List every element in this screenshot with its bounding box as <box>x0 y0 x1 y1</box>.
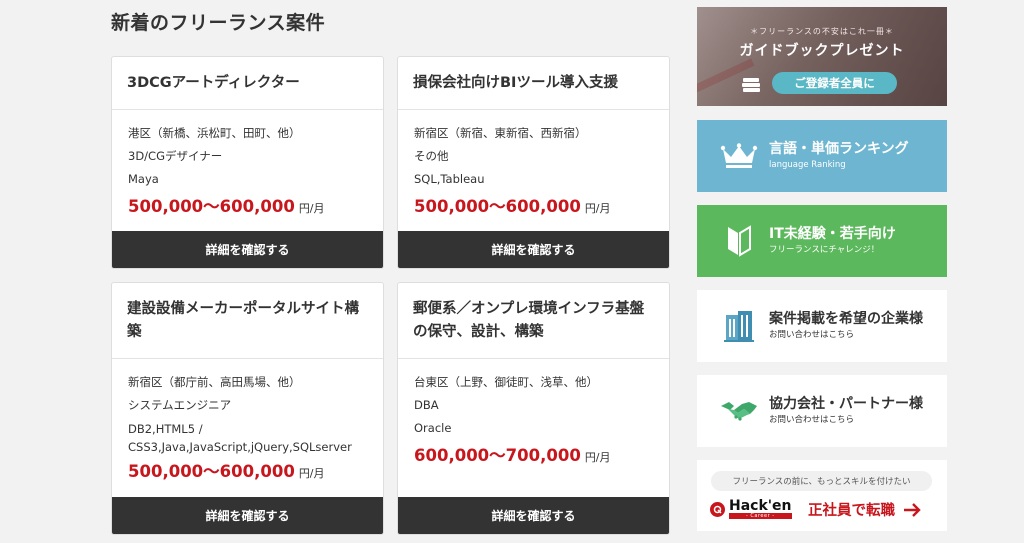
handshake-icon <box>721 402 757 421</box>
hacken-logo: Hack'en - Career - <box>710 499 792 519</box>
job-role: システムエンジニア <box>128 398 232 412</box>
details-button[interactable]: 詳細を確認する <box>112 497 383 534</box>
book-icon <box>742 78 760 92</box>
price-unit: 円/月 <box>584 202 611 215</box>
job-price: 500,000〜600,000 円/月 <box>128 458 367 482</box>
job-role: その他 <box>414 149 449 163</box>
hacken-brand-name: Hack'en <box>729 498 792 514</box>
job-skills: SQL,Tableau <box>414 172 485 186</box>
job-price: 500,000〜600,000 円/月 <box>414 193 653 217</box>
corporate-sub: お問い合わせはこちら <box>769 330 855 340</box>
job-card[interactable]: 損保会社向けBIツール導入支援 新宿区（新宿、東新宿、西新宿） その他 SQL,… <box>397 56 670 269</box>
ranking-banner[interactable]: 言語・単価ランキング language Ranking <box>697 120 947 192</box>
crown-icon <box>720 143 758 168</box>
price-unit: 円/月 <box>298 467 325 480</box>
ranking-title: 言語・単価ランキング <box>769 141 909 157</box>
job-title[interactable]: 郵便系／オンプレ環境インフラ基盤の保守、設計、構築 <box>398 283 669 359</box>
details-button[interactable]: 詳細を確認する <box>398 497 669 534</box>
hacken-cta-label: 正社員で転職 <box>808 503 895 519</box>
price-unit: 円/月 <box>584 451 611 464</box>
details-button[interactable]: 詳細を確認する <box>398 231 669 268</box>
job-card[interactable]: 3DCGアートディレクター 港区（新橋、浜松町、田町、他） 3D/CGデザイナー… <box>111 56 384 269</box>
guide-pill: ご登録者全員に <box>772 72 897 94</box>
job-price: 500,000〜600,000 円/月 <box>128 193 367 217</box>
job-price: 600,000〜700,000 円/月 <box>414 442 653 466</box>
job-location: 新宿区（新宿、東新宿、西新宿） <box>414 126 587 140</box>
price-amount: 500,000〜600,000 <box>128 462 295 481</box>
corporate-title: 案件掲載を希望の企業様 <box>769 311 923 327</box>
details-button[interactable]: 詳細を確認する <box>112 231 383 268</box>
price-unit: 円/月 <box>298 202 325 215</box>
partner-title: 協力会社・パートナー様 <box>769 396 923 412</box>
hacken-cta[interactable]: 正社員で転職 <box>808 499 921 520</box>
hacken-tagline: フリーランスの前に、もっとスキルを付けたい <box>711 471 932 491</box>
guide-title: ガイドブックプレゼント <box>739 43 905 59</box>
hacken-q-icon <box>710 501 725 517</box>
price-amount: 500,000〜600,000 <box>128 197 295 216</box>
beginner-sub: フリーランスにチャレンジ！ <box>769 245 880 255</box>
job-location: 港区（新橋、浜松町、田町、他） <box>128 126 301 140</box>
job-title[interactable]: 損保会社向けBIツール導入支援 <box>398 57 669 110</box>
job-card[interactable]: 郵便系／オンプレ環境インフラ基盤の保守、設計、構築 台東区（上野、御徒町、浅草、… <box>397 282 670 535</box>
beginner-mark-icon <box>728 225 751 257</box>
price-amount: 600,000〜700,000 <box>414 446 581 465</box>
job-skills: Maya <box>128 172 159 186</box>
hacken-banner[interactable]: フリーランスの前に、もっとスキルを付けたい Hack'en - Career -… <box>697 460 947 531</box>
beginner-banner[interactable]: IT未経験・若手向け フリーランスにチャレンジ！ <box>697 205 947 277</box>
job-role: DBA <box>414 398 439 412</box>
job-location: 台東区（上野、御徒町、浅草、他） <box>414 375 598 389</box>
ranking-sub: language Ranking <box>769 160 846 170</box>
arrow-right-icon <box>904 502 921 517</box>
guidebook-banner[interactable]: ＊フリーランスの不安はこれ一冊＊ ガイドブックプレゼント ご登録者全員に <box>697 7 947 106</box>
job-location: 新宿区（都庁前、高田馬場、他） <box>128 375 301 389</box>
partner-sub: お問い合わせはこちら <box>769 415 855 425</box>
section-title: 新着のフリーランス案件 <box>111 12 326 34</box>
hacken-brand: Hack'en - Career - <box>729 499 792 519</box>
corporate-contact-banner[interactable]: 案件掲載を希望の企業様 お問い合わせはこちら <box>697 290 947 362</box>
building-icon <box>724 311 754 342</box>
beginner-title: IT未経験・若手向け <box>769 226 896 242</box>
job-title[interactable]: 建設設備メーカーポータルサイト構築 <box>112 283 383 359</box>
job-title[interactable]: 3DCGアートディレクター <box>112 57 383 110</box>
partner-contact-banner[interactable]: 協力会社・パートナー様 お問い合わせはこちら <box>697 375 947 447</box>
guide-subtitle: ＊フリーランスの不安はこれ一冊＊ <box>750 27 894 36</box>
job-skills: DB2,HTML5 / CSS3,Java,JavaScript,jQuery,… <box>128 422 352 454</box>
job-card[interactable]: 建設設備メーカーポータルサイト構築 新宿区（都庁前、高田馬場、他） システムエン… <box>111 282 384 535</box>
job-skills: Oracle <box>414 421 452 435</box>
job-role: 3D/CGデザイナー <box>128 149 223 163</box>
price-amount: 500,000〜600,000 <box>414 197 581 216</box>
